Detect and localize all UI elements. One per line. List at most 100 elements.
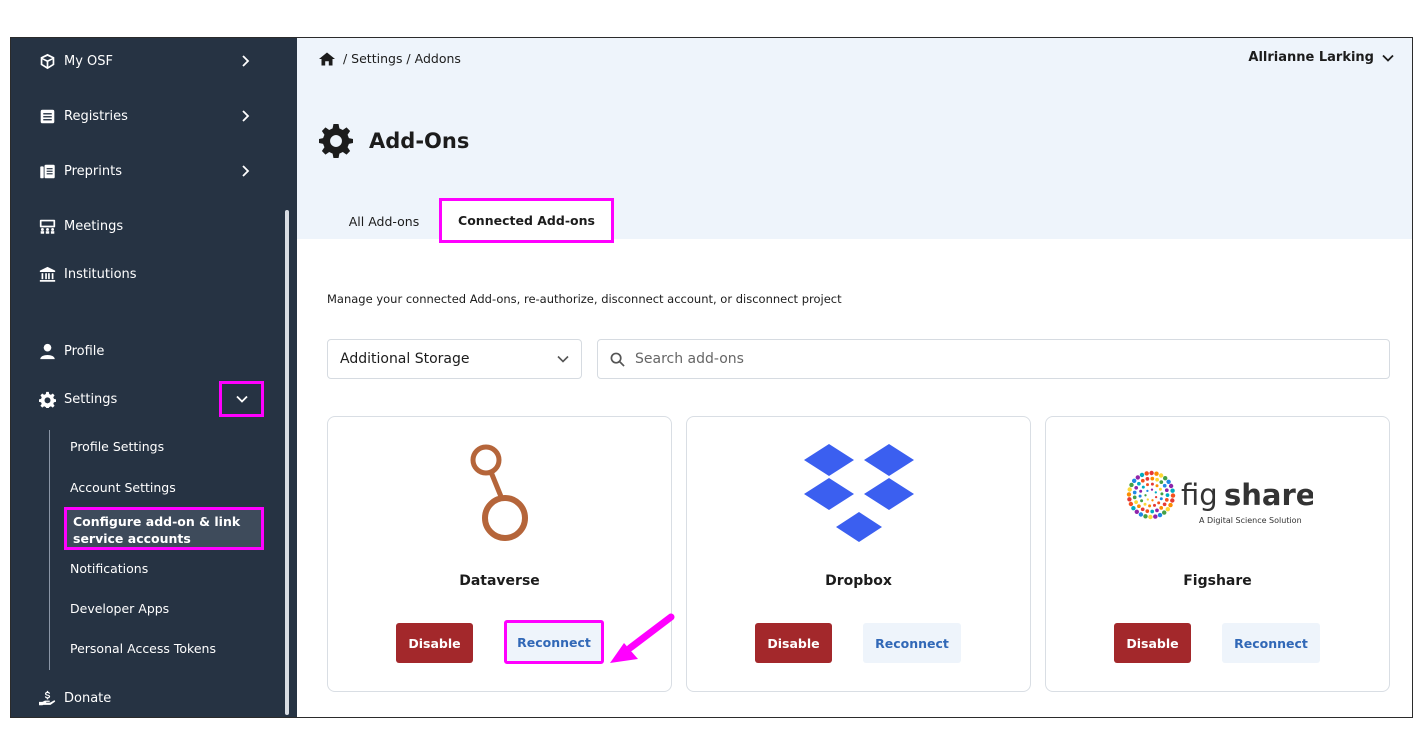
disable-button[interactable]: Disable	[396, 623, 473, 663]
figshare-logo-dot	[1141, 485, 1145, 489]
sidebar-item-label: Profile	[64, 343, 105, 359]
figshare-logo-dot	[1149, 509, 1154, 514]
figshare-logo-dot	[1140, 507, 1145, 512]
search-input[interactable]	[635, 351, 1377, 367]
figshare-logo-text-bold: share	[1224, 478, 1313, 512]
dataverse-logo-icon	[328, 437, 671, 557]
disable-button[interactable]: Disable	[1114, 623, 1191, 663]
figshare-logo-dot	[1162, 483, 1167, 488]
addon-name: Figshare	[1183, 573, 1252, 589]
submenu-item-notifications[interactable]: Notifications	[70, 560, 148, 577]
figshare-logo-dot	[1139, 499, 1143, 503]
cube-icon	[37, 51, 57, 71]
figshare-logo-dot	[1146, 498, 1149, 501]
figshare-logo-dot	[1149, 476, 1154, 481]
figshare-logo-dot	[1159, 497, 1163, 501]
page-description: Manage your connected Add-ons, re-author…	[327, 292, 842, 306]
figshare-logo-dot	[1158, 473, 1163, 478]
disable-button[interactable]: Disable	[755, 623, 832, 663]
settings-collapse-toggle[interactable]	[219, 381, 264, 417]
figshare-logo-dot	[1136, 481, 1141, 486]
filter-selected-value: Additional Storage	[340, 351, 470, 367]
sidebar-item-preprints[interactable]: Preprints	[37, 159, 122, 183]
gear-icon	[319, 124, 353, 158]
sidebar-item-profile[interactable]: Profile	[37, 339, 104, 363]
figshare-logo-dot	[1143, 494, 1147, 497]
figshare-logo-dot	[1126, 492, 1131, 497]
figshare-logo-dot	[1153, 471, 1159, 476]
figshare-logo-dot	[1158, 480, 1163, 484]
chevron-down-icon	[1382, 54, 1394, 62]
tab-connected-addons[interactable]: Connected Add-ons	[439, 198, 614, 243]
figshare-logo-dot	[1138, 512, 1143, 517]
search-box[interactable]	[597, 339, 1390, 379]
submenu-item-configure-addons[interactable]: Configure add-on & link service accounts	[64, 507, 264, 550]
figshare-logo-dot	[1154, 477, 1159, 482]
sidebar-item-donate[interactable]: Donate	[37, 686, 111, 710]
sidebar-item-settings[interactable]: Settings	[37, 387, 117, 411]
figshare-logo-dot	[1161, 510, 1166, 515]
addon-name: Dropbox	[825, 573, 892, 589]
figshare-logo-dot	[1148, 470, 1154, 476]
figshare-tagline: A Digital Science Solution	[1199, 516, 1302, 525]
user-menu[interactable]: Allrianne Larking	[1248, 50, 1394, 65]
figshare-logo-dot	[1130, 506, 1136, 511]
figshare-logo-dot	[1150, 482, 1154, 486]
figshare-logo-dot	[1138, 489, 1142, 493]
chevron-right-icon[interactable]	[237, 108, 253, 124]
reconnect-button[interactable]: Reconnect	[863, 623, 961, 663]
figshare-logo-dot	[1145, 483, 1149, 487]
chevron-down-icon	[235, 395, 248, 403]
sidebar-item-meetings[interactable]: Meetings	[37, 214, 123, 238]
figshare-logo-dot	[1143, 502, 1146, 506]
breadcrumb-path[interactable]: / Settings / Addons	[343, 51, 461, 66]
registries-icon	[37, 106, 57, 126]
submenu-item-account-settings[interactable]: Account Settings	[70, 479, 176, 496]
submenu-divider	[49, 430, 50, 670]
home-icon[interactable]	[319, 52, 335, 66]
figshare-logo-dot	[1164, 498, 1169, 502]
figshare-logo-dot	[1162, 502, 1166, 507]
sidebar-item-my-osf[interactable]: My OSF	[37, 49, 113, 73]
figshare-logo-dot	[1144, 471, 1149, 476]
submenu-item-profile-settings[interactable]: Profile Settings	[70, 438, 164, 455]
sidebar-item-institutions[interactable]: Institutions	[37, 262, 137, 286]
figshare-logo-dot	[1132, 495, 1137, 500]
figshare-logo-dot	[1150, 499, 1154, 502]
page-title: Add-Ons	[319, 124, 469, 158]
chevron-right-icon[interactable]	[237, 163, 253, 179]
annotation-arrow-icon	[610, 613, 675, 663]
figshare-logo-dot	[1159, 492, 1163, 496]
tab-all-addons[interactable]: All Add-ons	[339, 211, 429, 231]
figshare-logo-dot	[1145, 489, 1149, 493]
page-title-text: Add-Ons	[369, 129, 470, 153]
chevron-down-icon	[557, 355, 569, 363]
sidebar-item-label: My OSF	[64, 53, 114, 69]
gear-icon	[37, 389, 57, 409]
submenu-item-personal-access-tokens[interactable]: Personal Access Tokens	[70, 640, 216, 657]
sidebar-item-label: Settings	[64, 391, 118, 407]
dropbox-logo-icon	[687, 437, 1030, 557]
breadcrumb: / Settings / Addons	[319, 51, 461, 66]
figshare-logo-dot	[1127, 487, 1132, 492]
sidebar-scrollbar[interactable]	[285, 210, 289, 715]
figshare-logo-dot	[1169, 488, 1175, 493]
sidebar-item-label: Registries	[64, 108, 128, 124]
figshare-logo-dot	[1147, 504, 1151, 508]
category-filter-select[interactable]: Additional Storage	[327, 339, 582, 379]
figshare-logo-dot	[1140, 478, 1145, 483]
reconnect-button[interactable]: Reconnect	[1222, 623, 1320, 663]
figshare-logo-dot	[1157, 512, 1162, 518]
figshare-logo-dot	[1132, 490, 1137, 495]
addon-card-dropbox: Dropbox Disable Reconnect	[686, 416, 1031, 692]
chevron-right-icon[interactable]	[237, 53, 253, 69]
reconnect-button[interactable]: Reconnect	[504, 620, 604, 664]
figshare-logo-dot	[1147, 514, 1153, 520]
figshare-logo-dot	[1154, 508, 1159, 513]
figshare-logo-dot	[1131, 478, 1136, 483]
sidebar-item-registries[interactable]: Registries	[37, 104, 128, 128]
figshare-logo-dot	[1133, 485, 1138, 490]
main-content: / Settings / Addons Allrianne Larking Ad…	[297, 38, 1412, 717]
submenu-item-developer-apps[interactable]: Developer Apps	[70, 600, 169, 617]
addon-card-figshare: fig share A Digital Science Solution Fig…	[1045, 416, 1390, 692]
